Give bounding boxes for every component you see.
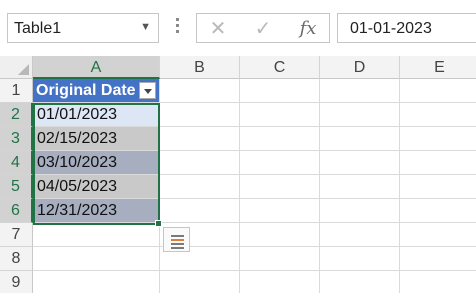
select-all-corner[interactable] xyxy=(0,56,33,79)
cell-c9[interactable] xyxy=(240,271,320,293)
formula-buttons: ✕ ✓ fx xyxy=(196,13,330,43)
cell-c2[interactable] xyxy=(240,103,320,127)
row-header-8[interactable]: 8 xyxy=(0,247,33,271)
cell-a8[interactable] xyxy=(33,247,160,271)
formula-value: 01-01-2023 xyxy=(350,20,432,37)
formula-input[interactable]: 01-01-2023 xyxy=(337,13,476,43)
cell-d4[interactable] xyxy=(320,151,400,175)
cell-b1[interactable] xyxy=(160,79,240,103)
cell-e4[interactable] xyxy=(400,151,476,175)
table-cell-a5[interactable]: 04/05/2023 xyxy=(33,175,160,199)
table-cell-a2[interactable]: 01/01/2023 xyxy=(33,103,160,127)
cell-d2[interactable] xyxy=(320,103,400,127)
cell-c3[interactable] xyxy=(240,127,320,151)
cell-e6[interactable] xyxy=(400,199,476,223)
cell-b9[interactable] xyxy=(160,271,240,293)
column-header-b[interactable]: B xyxy=(160,56,240,79)
cell-a7[interactable] xyxy=(33,223,160,247)
row-header-3[interactable]: 3 xyxy=(0,127,33,151)
cell-e7[interactable] xyxy=(400,223,476,247)
cell-c1[interactable] xyxy=(240,79,320,103)
cell-d3[interactable] xyxy=(320,127,400,151)
cell-b6[interactable] xyxy=(160,199,240,223)
column-header-a[interactable]: A xyxy=(33,56,160,79)
table-cell-a4[interactable]: 03/10/2023 xyxy=(33,151,160,175)
row-header-4[interactable]: 4 xyxy=(0,151,33,175)
formula-bar-grip-icon[interactable] xyxy=(173,16,181,36)
cell-e8[interactable] xyxy=(400,247,476,271)
cell-e1[interactable] xyxy=(400,79,476,103)
row-header-9[interactable]: 9 xyxy=(0,271,33,293)
table-cell-a6[interactable]: 12/31/2023 xyxy=(33,199,160,223)
row-header-1[interactable]: 1 xyxy=(0,79,33,103)
cell-a9[interactable] xyxy=(33,271,160,293)
cell-c7[interactable] xyxy=(240,223,320,247)
name-box-dropdown-icon[interactable]: ▼ xyxy=(140,21,151,33)
cell-c4[interactable] xyxy=(240,151,320,175)
cell-d5[interactable] xyxy=(320,175,400,199)
enter-icon[interactable]: ✓ xyxy=(248,16,278,42)
cell-c6[interactable] xyxy=(240,199,320,223)
row-header-2[interactable]: 2 xyxy=(0,103,33,127)
cell-e3[interactable] xyxy=(400,127,476,151)
cell-d9[interactable] xyxy=(320,271,400,293)
cell-b5[interactable] xyxy=(160,175,240,199)
cell-e5[interactable] xyxy=(400,175,476,199)
filter-dropdown-icon[interactable] xyxy=(139,82,156,99)
cell-d6[interactable] xyxy=(320,199,400,223)
cell-d7[interactable] xyxy=(320,223,400,247)
cell-e2[interactable] xyxy=(400,103,476,127)
cell-b3[interactable] xyxy=(160,127,240,151)
cancel-icon[interactable]: ✕ xyxy=(203,16,233,42)
cell-e9[interactable] xyxy=(400,271,476,293)
insert-function-icon[interactable]: fx xyxy=(293,16,323,42)
fill-handle[interactable] xyxy=(155,220,162,227)
column-header-e[interactable]: E xyxy=(400,56,476,79)
name-box[interactable]: Table1 ▼ xyxy=(7,13,159,43)
cell-b4[interactable] xyxy=(160,151,240,175)
row-header-5[interactable]: 5 xyxy=(0,175,33,199)
cell-c8[interactable] xyxy=(240,247,320,271)
table-header-label: Original Date xyxy=(36,82,136,99)
cell-d8[interactable] xyxy=(320,247,400,271)
row-header-6[interactable]: 6 xyxy=(0,199,33,223)
spreadsheet-grid: A B C D E 1 2 3 4 5 6 7 8 9 Original Dat… xyxy=(0,56,476,293)
row-header-7[interactable]: 7 xyxy=(0,223,33,247)
column-header-c[interactable]: C xyxy=(240,56,320,79)
table-header-cell[interactable]: Original Date xyxy=(33,79,160,103)
quick-analysis-icon[interactable] xyxy=(163,227,190,252)
name-box-value: Table1 xyxy=(14,20,62,37)
cell-c5[interactable] xyxy=(240,175,320,199)
column-header-d[interactable]: D xyxy=(320,56,400,79)
cell-b2[interactable] xyxy=(160,103,240,127)
cell-d1[interactable] xyxy=(320,79,400,103)
table-cell-a3[interactable]: 02/15/2023 xyxy=(33,127,160,151)
formula-bar-area: Table1 ▼ ✕ ✓ fx 01-01-2023 xyxy=(0,0,476,56)
